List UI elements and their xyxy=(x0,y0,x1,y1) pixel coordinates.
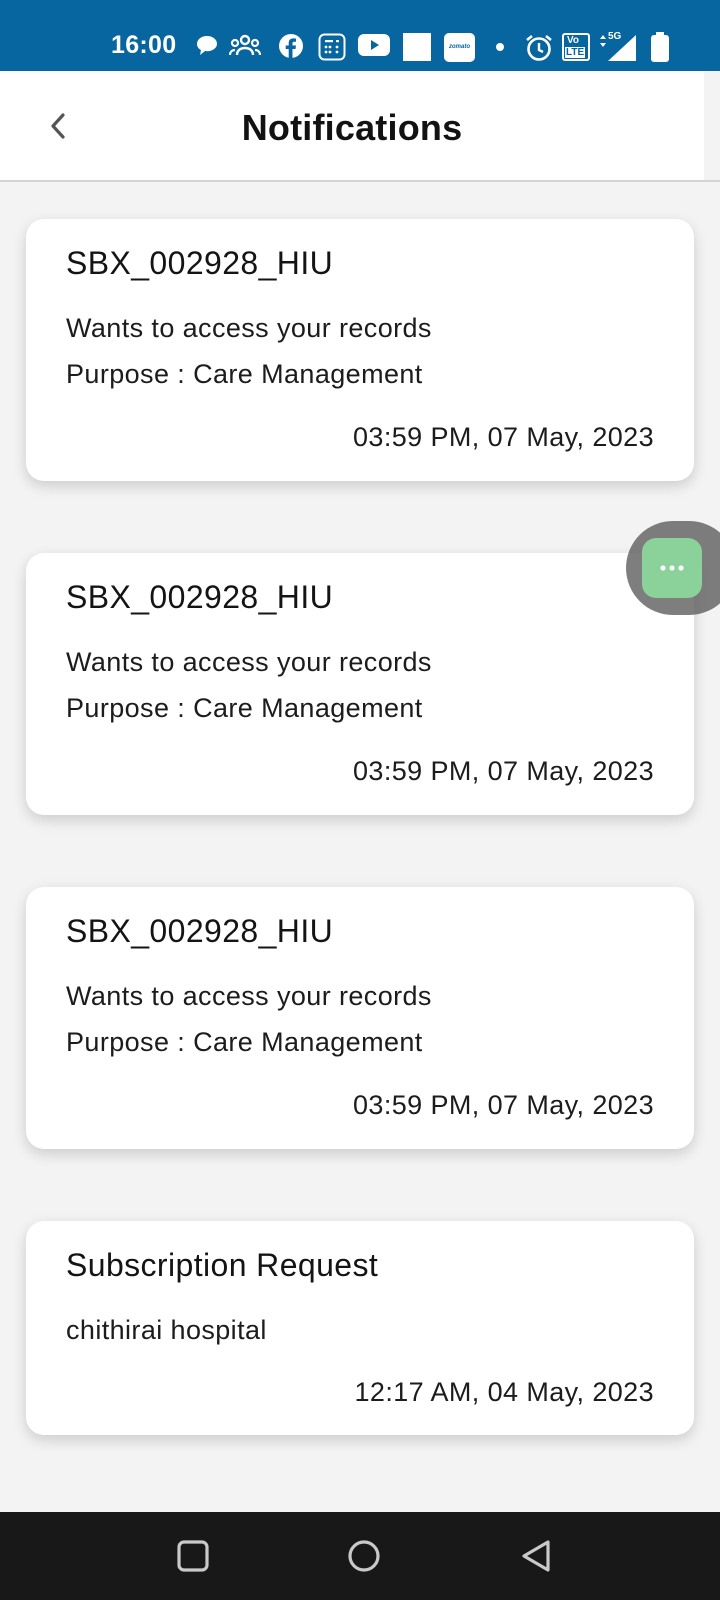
chat-bubble-icon xyxy=(194,33,220,59)
dot-icon xyxy=(495,42,505,52)
notification-purpose: Purpose : Care Management xyxy=(66,1027,423,1057)
volte-label-top: Vo xyxy=(567,35,580,46)
volte-icon: Vo LTE xyxy=(562,33,590,61)
zomato-icon-label: zomato xyxy=(449,44,470,50)
notification-title: SBX_002928_HIU xyxy=(66,245,334,281)
signal-5g-icon: 5G xyxy=(598,31,638,63)
notification-timestamp: 03:59 PM, 07 May, 2023 xyxy=(353,422,654,452)
notification-title: SBX_002928_HIU xyxy=(66,913,334,949)
notification-card[interactable]: SBX_002928_HIU Wants to access your reco… xyxy=(26,887,694,1149)
notification-message: chithirai hospital xyxy=(66,1315,267,1345)
volte-label-bottom: LTE xyxy=(565,47,586,58)
alarm-icon xyxy=(524,33,554,63)
subscription-request-card[interactable]: Subscription Request chithirai hospital … xyxy=(26,1221,694,1435)
notification-message: Wants to access your records xyxy=(66,647,432,677)
notification-purpose: Purpose : Care Management xyxy=(66,359,423,389)
notification-card[interactable]: SBX_002928_HIU Wants to access your reco… xyxy=(26,553,694,815)
notification-message: Wants to access your records xyxy=(66,313,432,343)
floating-menu-inner xyxy=(642,538,702,598)
status-bar: 16:00 zomato Vo LTE 5G xyxy=(0,0,720,71)
home-button[interactable] xyxy=(342,1534,386,1578)
home-circle-icon xyxy=(348,1540,380,1572)
calculator-icon xyxy=(318,33,346,61)
notification-timestamp: 03:59 PM, 07 May, 2023 xyxy=(353,1090,654,1120)
app-bar-edge xyxy=(704,71,720,182)
system-nav-bar xyxy=(0,1512,720,1600)
notification-timestamp: 03:59 PM, 07 May, 2023 xyxy=(353,756,654,786)
recents-button[interactable] xyxy=(171,1534,215,1578)
battery-icon xyxy=(650,32,670,62)
notification-timestamp: 12:17 AM, 04 May, 2023 xyxy=(354,1377,654,1407)
notification-purpose: Purpose : Care Management xyxy=(66,693,423,723)
recents-square-icon xyxy=(177,1540,209,1572)
status-time: 16:00 xyxy=(111,31,177,59)
back-triangle-icon xyxy=(522,1540,550,1572)
floating-menu-button[interactable] xyxy=(626,521,720,615)
more-dots-icon xyxy=(660,565,684,571)
notification-title: SBX_002928_HIU xyxy=(66,579,334,615)
zomato-icon: zomato xyxy=(444,33,475,62)
notification-message: Wants to access your records xyxy=(66,981,432,1011)
notification-list: SBX_002928_HIU Wants to access your reco… xyxy=(0,182,720,1512)
notification-title: Subscription Request xyxy=(66,1247,379,1283)
app-bar: Notifications xyxy=(0,71,704,182)
group-icon xyxy=(229,33,261,59)
youtube-icon xyxy=(358,33,390,57)
notification-card[interactable]: SBX_002928_HIU Wants to access your reco… xyxy=(26,219,694,481)
white-square-icon xyxy=(403,33,431,61)
back-nav-button[interactable] xyxy=(514,1534,558,1578)
page-title: Notifications xyxy=(241,107,463,148)
facebook-icon xyxy=(278,33,304,59)
